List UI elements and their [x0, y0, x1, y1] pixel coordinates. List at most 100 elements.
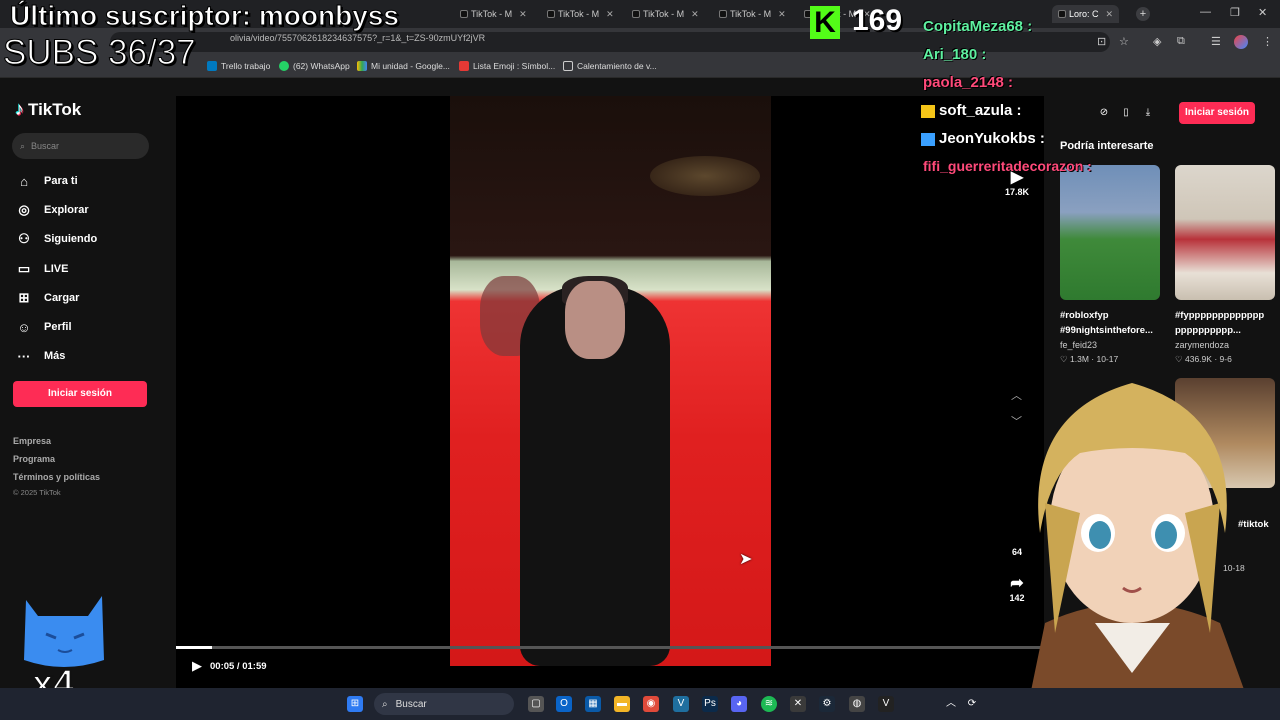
outlook-icon[interactable]: O — [556, 696, 572, 712]
install-app-icon[interactable]: ⊡ — [1097, 35, 1106, 48]
close-tab-icon[interactable]: ✕ — [606, 9, 614, 20]
bookmark-star-icon[interactable]: ☆ — [1119, 35, 1129, 48]
card-meta: ♡ 1.3M · 10-17 — [1060, 354, 1119, 364]
task-view-icon[interactable]: ▢ — [528, 696, 544, 712]
mouse-cursor-icon: ➤ — [739, 551, 753, 568]
obs-icon[interactable]: ◍ — [849, 696, 865, 712]
discord-icon[interactable]: ◕ — [731, 696, 747, 712]
spotify-icon[interactable]: ≋ — [761, 696, 777, 712]
sidebar-toggle-icon[interactable]: ☰ — [1211, 35, 1221, 48]
close-tab-icon[interactable]: ✕ — [1106, 9, 1114, 20]
card-user[interactable]: zarymendoza — [1175, 340, 1275, 350]
bookmark-whatsapp[interactable]: (62) WhatsApp — [279, 61, 350, 71]
chat-message: CopitaMeza68 : — [923, 18, 1033, 35]
windows-start-icon[interactable]: ⊞ — [347, 696, 363, 712]
store-icon[interactable]: ▦ — [585, 696, 601, 712]
coin-icon[interactable]: ⊘ — [1098, 107, 1110, 118]
taskbar-search[interactable]: ⌕ Buscar — [374, 693, 514, 715]
tab-label: TikTok - M — [471, 9, 513, 19]
close-window-icon[interactable]: ✕ — [1258, 6, 1267, 19]
sidebar-item-para-ti[interactable]: ⌂ Para ti — [16, 170, 78, 192]
steam-icon[interactable]: ⚙ — [819, 696, 835, 712]
maximize-icon[interactable]: ❐ — [1230, 6, 1240, 19]
chat-message: soft_azula : — [921, 102, 1022, 119]
extension-icon[interactable]: ◈ — [1153, 35, 1161, 48]
suggested-video-card[interactable]: #robloxfyp #99nightsinthefore... fe_feid2… — [1060, 165, 1160, 365]
browser-tab[interactable]: TikTok - M ✕ — [632, 5, 699, 23]
bookmark-folder[interactable]: Calentamiento de v... — [563, 61, 657, 71]
download-icon[interactable]: ⤓ — [1142, 107, 1154, 118]
card-title: #robloxfyp #99nightsinthefore... — [1060, 310, 1153, 336]
footer-link-terminos[interactable]: Términos y políticas — [13, 472, 100, 482]
kick-logo-icon: K — [810, 6, 840, 39]
chrome-icon[interactable]: ◉ — [643, 696, 659, 712]
browser-tab[interactable]: TikTok - M ✕ — [460, 5, 527, 23]
chat-message: fifi_guerreritadecorazon : — [923, 158, 1092, 174]
chat-message: Ari_180 : — [923, 46, 987, 63]
video-player[interactable]: ▶ 00:05 / 01:59 flor_olivia — [176, 96, 1044, 720]
sidebar-item-mas[interactable]: ··· Más — [16, 345, 66, 367]
new-tab-button[interactable]: + — [1136, 7, 1150, 21]
tiktok-tab-icon — [719, 10, 727, 18]
tray-chevron-icon[interactable]: ︿ — [943, 696, 959, 712]
sidebar-item-live[interactable]: ▭ LIVE — [16, 258, 69, 280]
profile-icon: ☺ — [17, 319, 31, 335]
sidebar-item-siguiendo[interactable]: ⚇ Siguiendo — [16, 228, 97, 250]
vscode-icon[interactable]: V — [673, 696, 689, 712]
active-tab[interactable]: Loro: C ✕ — [1052, 5, 1120, 23]
file-explorer-icon[interactable]: ▬ — [614, 696, 630, 712]
progress-bar[interactable] — [176, 646, 1044, 649]
suggested-video-card[interactable]: #fyppppppppppppp pppppppppp... zarymendoz… — [1175, 165, 1275, 365]
close-tab-icon[interactable]: ✕ — [519, 9, 527, 20]
device-icon[interactable]: ▯ — [1120, 107, 1132, 118]
minimize-icon[interactable]: — — [1200, 6, 1211, 18]
windows-taskbar: ⊞ ⌕ Buscar ▢ O ▦ ▬ ◉ V Ps ◕ ≋ ✕ ⚙ ◍ V ︿ … — [0, 688, 1280, 720]
sidebar-item-cargar[interactable]: ⊞ Cargar — [16, 287, 80, 309]
puzzle-icon[interactable]: ⧉ — [1177, 35, 1185, 48]
search-icon: ⌕ — [20, 140, 26, 151]
photoshop-icon[interactable]: Ps — [702, 696, 718, 712]
whatsapp-icon — [279, 61, 289, 71]
bookmark-emoji[interactable]: Lista Emoji : Símbol... — [459, 61, 555, 71]
folder-icon — [563, 61, 573, 71]
network-icon[interactable]: ⟳ — [964, 696, 980, 712]
sidebar-item-explorar[interactable]: ◎ Explorar — [16, 199, 88, 221]
video-thumbnail[interactable] — [1060, 165, 1160, 300]
card-meta: ♡ 436.9K · 9-6 — [1175, 354, 1232, 364]
url-text[interactable]: olivia/video/7557062618234637575?_r=1&_t… — [230, 33, 485, 43]
browser-tab[interactable]: TikTok - M ✕ — [719, 5, 786, 23]
xbox-icon[interactable]: ✕ — [790, 696, 806, 712]
card-user[interactable]: fe_feid23 — [1060, 340, 1160, 350]
time-display: 00:05 / 01:59 — [210, 661, 267, 672]
heart-icon: ♡ — [1175, 354, 1183, 364]
play-icon[interactable]: ▶ — [192, 658, 202, 674]
vtuber-avatar-image — [1025, 383, 1255, 720]
tiktok-logo[interactable]: ♪ TikTok — [15, 99, 81, 120]
live-icon: ▭ — [17, 261, 31, 276]
close-tab-icon[interactable]: ✕ — [691, 9, 699, 20]
more-icon: ··· — [17, 348, 31, 364]
tab-favicon-icon — [1058, 10, 1066, 18]
profile-avatar-icon[interactable] — [1234, 35, 1248, 49]
video-thumbnail[interactable] — [1175, 165, 1275, 300]
video-frame[interactable] — [450, 96, 771, 666]
following-icon: ⚇ — [18, 231, 30, 246]
tab-label: TikTok - M — [730, 9, 772, 19]
header-login-button[interactable]: Iniciar sesión — [1179, 102, 1255, 124]
browser-tab[interactable]: TikTok - M ✕ — [547, 5, 614, 23]
heart-icon: ♡ — [1060, 354, 1068, 364]
bookmark-drive[interactable]: Mi unidad - Google... — [357, 61, 450, 71]
footer-link-empresa[interactable]: Empresa — [13, 436, 51, 446]
close-tab-icon[interactable]: ✕ — [778, 9, 786, 20]
sidebar-login-button[interactable]: Iniciar sesión — [13, 381, 147, 407]
search-input[interactable]: ⌕ Buscar — [12, 133, 149, 159]
viewer-count: 169 — [852, 4, 903, 37]
footer-link-programa[interactable]: Programa — [13, 454, 55, 464]
chat-message: JeonYukokbs : — [921, 130, 1045, 147]
sidebar-item-perfil[interactable]: ☺ Perfil — [16, 316, 71, 338]
suggestions-title: Podría interesarte — [1060, 140, 1154, 152]
menu-dots-icon[interactable]: ⋮ — [1262, 35, 1273, 48]
last-subscriber-overlay: Último suscriptor: moonbyss — [10, 0, 400, 32]
vtube-icon[interactable]: V — [878, 696, 894, 712]
bookmark-trello[interactable]: Trello trabajo — [207, 61, 270, 71]
